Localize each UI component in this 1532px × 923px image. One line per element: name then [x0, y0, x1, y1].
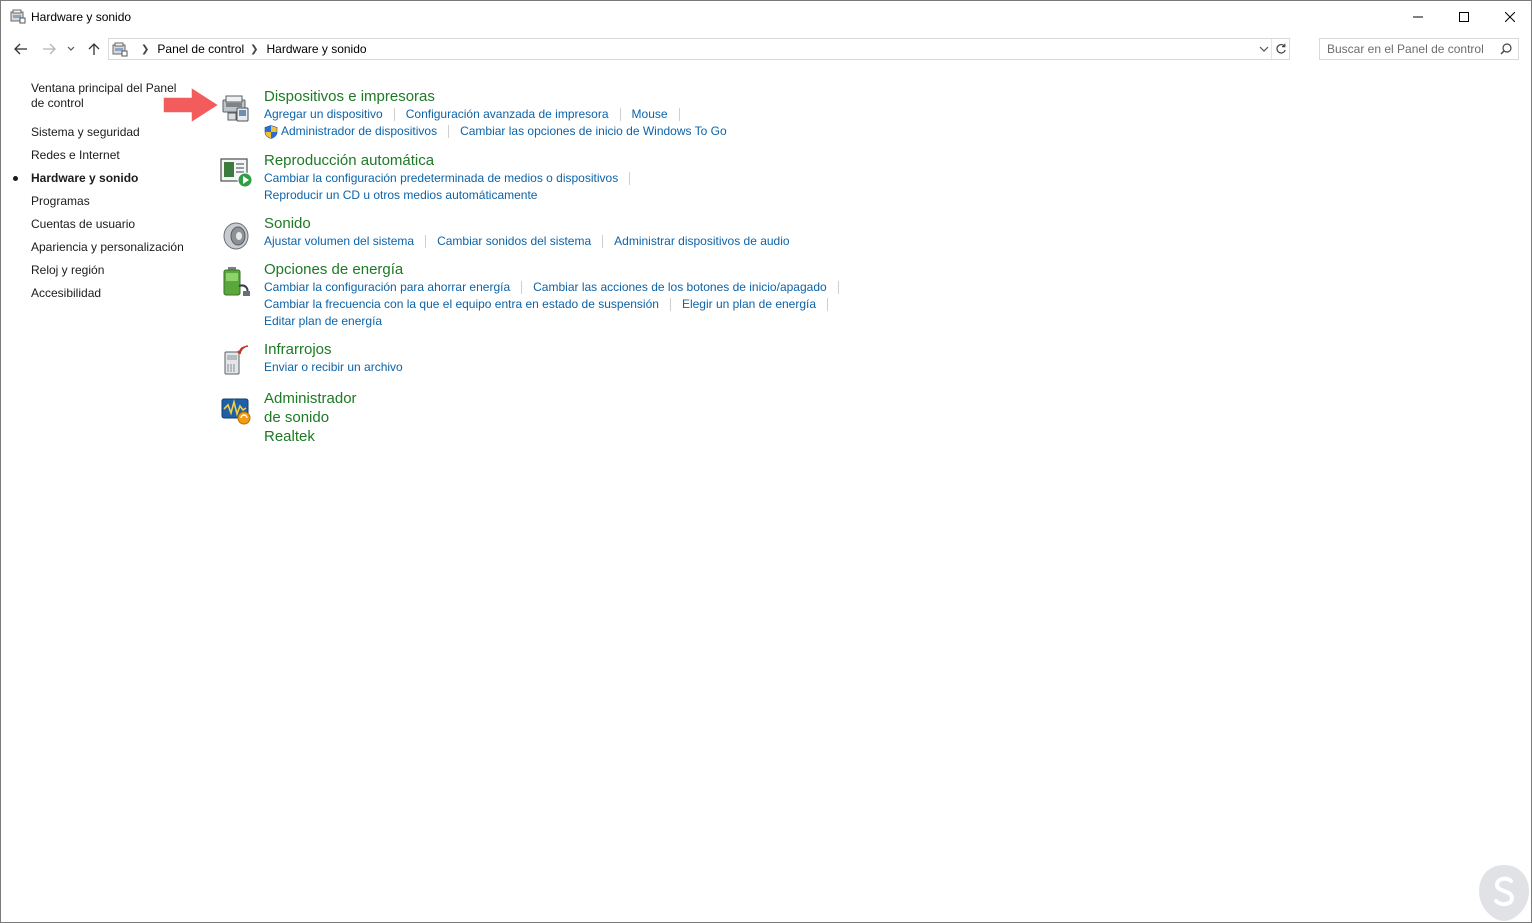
link-reproducir-cd[interactable]: Reproducir un CD u otros medios automáti…	[264, 187, 537, 204]
close-icon	[1505, 11, 1515, 22]
link-cambiar-config-medios[interactable]: Cambiar la configuración predeterminada …	[264, 170, 618, 187]
sidebar-item-sistema-y-seguridad[interactable]: Sistema y seguridad	[31, 125, 201, 140]
breadcrumb-separator[interactable]: ❯	[141, 44, 149, 55]
link-divider	[521, 281, 523, 294]
category-sound: Sonido Ajustar volumen del sistema Cambi…	[219, 214, 790, 250]
search-box[interactable]	[1319, 38, 1519, 60]
links-row: Cambiar la configuración predeterminada …	[264, 170, 641, 187]
refresh-button[interactable]	[1271, 39, 1289, 59]
minimize-button[interactable]	[1395, 1, 1441, 32]
category-title-realtek[interactable]: Administrador de sonido Realtek	[264, 389, 357, 446]
link-divider	[678, 108, 680, 121]
link-divider	[425, 235, 427, 248]
address-bar[interactable]: ❯ Panel de control ❯ Hardware y sonido	[108, 38, 1290, 60]
category-title-devices-printers[interactable]: Dispositivos e impresoras	[264, 87, 435, 106]
link-ahorrar-energia[interactable]: Cambiar la configuración para ahorrar en…	[264, 279, 510, 296]
control-panel-icon	[112, 42, 128, 57]
chevron-down-icon	[67, 46, 75, 51]
address-history-chevron-icon[interactable]	[1259, 42, 1269, 56]
breadcrumb-separator[interactable]: ❯	[250, 44, 258, 55]
links-row: Reproducir un CD u otros medios automáti…	[264, 187, 641, 204]
watermark-logo-icon	[1479, 865, 1529, 921]
sidebar-item-reloj-y-region[interactable]: Reloj y región	[31, 263, 201, 278]
refresh-icon	[1275, 43, 1286, 54]
links-row: Ajustar volumen del sistema Cambiar soni…	[264, 233, 790, 250]
sidebar-item-redes-e-internet[interactable]: Redes e Internet	[31, 148, 201, 163]
up-arrow-icon	[88, 43, 100, 55]
link-ajustar-volumen[interactable]: Ajustar volumen del sistema	[264, 233, 414, 250]
category-title-infrared[interactable]: Infrarrojos	[264, 340, 332, 359]
link-administrar-audio[interactable]: Administrar dispositivos de audio	[614, 233, 789, 250]
links-row: Enviar o recibir un archivo	[264, 359, 403, 376]
category-autoplay: Reproducción automática Cambiar la confi…	[219, 151, 641, 204]
link-divider	[629, 172, 631, 185]
forward-arrow-icon	[43, 43, 56, 55]
speaker-icon[interactable]	[219, 218, 253, 252]
link-cambiar-sonidos[interactable]: Cambiar sonidos del sistema	[437, 233, 591, 250]
links-row: Agregar un dispositivo Configuración ava…	[264, 106, 727, 123]
maximize-button[interactable]	[1441, 1, 1487, 32]
search-input[interactable]	[1320, 39, 1496, 59]
sidebar-item-label: Hardware y sonido	[31, 171, 139, 185]
links-row: Editar plan de energía	[264, 313, 850, 330]
realtek-audio-icon[interactable]	[219, 393, 253, 427]
category-infrared: Infrarrojos Enviar o recibir un archivo	[219, 340, 403, 376]
up-button[interactable]	[84, 39, 104, 59]
breadcrumb-hardware-y-sonido[interactable]: Hardware y sonido	[267, 42, 367, 56]
category-devices-printers: Dispositivos e impresoras Agregar un dis…	[219, 87, 727, 140]
title-bar: Hardware y sonido	[1, 1, 1531, 32]
sidebar-item-programas[interactable]: Programas	[31, 194, 201, 209]
recent-locations-button[interactable]	[64, 39, 78, 59]
navigation-bar: ❯ Panel de control ❯ Hardware y sonido	[1, 37, 1531, 61]
autoplay-icon[interactable]	[219, 155, 253, 189]
link-mouse[interactable]: Mouse	[632, 106, 668, 123]
category-power: Opciones de energía Cambiar la configura…	[219, 260, 850, 330]
devices-printers-icon[interactable]	[219, 91, 253, 125]
annotation-arrow-icon	[162, 86, 221, 124]
link-frecuencia-suspension[interactable]: Cambiar la frecuencia con la que el equi…	[264, 296, 659, 313]
link-divider	[669, 298, 671, 311]
maximize-icon	[1459, 11, 1469, 22]
uac-shield-icon	[264, 124, 278, 139]
link-editar-plan[interactable]: Editar plan de energía	[264, 313, 382, 330]
link-elegir-plan[interactable]: Elegir un plan de energía	[682, 296, 816, 313]
sidebar-item-cuentas-de-usuario[interactable]: Cuentas de usuario	[31, 217, 201, 232]
link-divider	[602, 235, 604, 248]
category-title-autoplay[interactable]: Reproducción automática	[264, 151, 434, 170]
links-row: Cambiar la configuración para ahorrar en…	[264, 279, 850, 296]
link-divider	[827, 298, 829, 311]
breadcrumb: ❯ Panel de control ❯ Hardware y sonido	[109, 39, 367, 59]
power-options-icon[interactable]	[219, 264, 253, 298]
link-administrador-dispositivos[interactable]: Administrador de dispositivos	[281, 123, 437, 140]
link-botones-inicio-apagado[interactable]: Cambiar las acciones de los botones de i…	[533, 279, 827, 296]
close-button[interactable]	[1487, 1, 1532, 32]
minimize-icon	[1413, 16, 1423, 17]
sidebar-item-apariencia[interactable]: Apariencia y personalización	[31, 240, 201, 255]
infrared-icon[interactable]	[219, 344, 253, 378]
breadcrumb-panel-de-control[interactable]: Panel de control	[157, 42, 244, 56]
category-realtek: Administrador de sonido Realtek	[219, 389, 357, 446]
sidebar-item-accesibilidad[interactable]: Accesibilidad	[31, 286, 201, 301]
link-configuracion-avanzada-impresora[interactable]: Configuración avanzada de impresora	[406, 106, 609, 123]
back-button[interactable]	[11, 39, 31, 59]
forward-button[interactable]	[39, 39, 59, 59]
control-panel-window: Hardware y sonido ❯ Panel de control ❯ H…	[0, 0, 1532, 923]
sidebar-item-hardware-y-sonido[interactable]: Hardware y sonido	[13, 171, 201, 186]
search-icon[interactable]	[1500, 43, 1512, 55]
active-bullet-icon	[13, 176, 18, 181]
window-title: Hardware y sonido	[31, 10, 132, 24]
links-row: Cambiar la frecuencia con la que el equi…	[264, 296, 850, 313]
link-enviar-recibir-archivo[interactable]: Enviar o recibir un archivo	[264, 359, 403, 376]
links-row: Administrador de dispositivos Cambiar la…	[264, 123, 727, 140]
link-agregar-dispositivo[interactable]: Agregar un dispositivo	[264, 106, 383, 123]
back-arrow-icon	[14, 43, 27, 55]
category-title-power[interactable]: Opciones de energía	[264, 260, 403, 279]
link-windows-to-go[interactable]: Cambiar las opciones de inicio de Window…	[460, 123, 727, 140]
control-panel-icon	[10, 9, 26, 24]
link-divider	[837, 281, 839, 294]
category-title-sound[interactable]: Sonido	[264, 214, 311, 233]
link-divider	[393, 108, 395, 121]
link-divider	[448, 125, 450, 138]
link-divider	[619, 108, 621, 121]
